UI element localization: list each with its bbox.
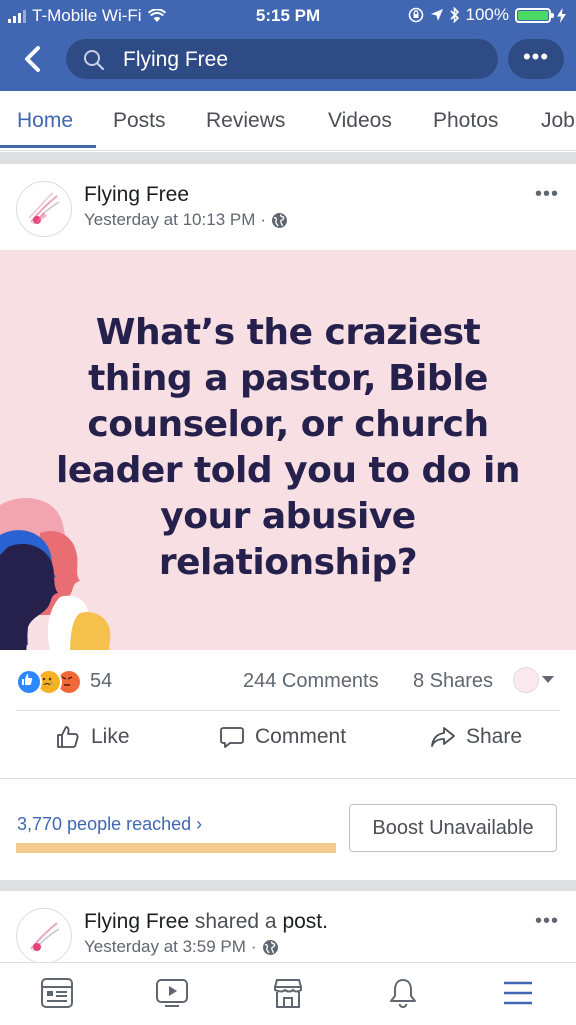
battery-icon [515, 7, 554, 23]
globe-icon [262, 939, 278, 955]
section-separator [0, 152, 576, 164]
location-arrow-icon [430, 9, 443, 21]
people-reached-text: 3,770 people reached [17, 814, 192, 834]
post-image[interactable]: What’s the craziest thing a pastor, Bibl… [0, 250, 576, 650]
search-icon [84, 50, 105, 71]
actions-divider [0, 778, 576, 779]
chevron-down-icon[interactable] [542, 676, 554, 683]
marketplace-icon[interactable] [271, 977, 305, 1009]
app-header: T-Mobile Wi-Fi 5:15 PM 100% Flying Free … [0, 0, 576, 91]
more-options-button[interactable]: ••• [508, 39, 564, 79]
back-chevron-icon[interactable] [18, 42, 48, 76]
comment-button[interactable]: Comment [219, 724, 346, 750]
people-reached-link[interactable]: 3,770 people reached › [17, 814, 202, 835]
menu-icon[interactable] [502, 977, 534, 1009]
like-label: Like [91, 725, 130, 748]
tab-videos[interactable]: Videos [328, 109, 392, 133]
flying-free-logo-icon [30, 922, 60, 952]
post-image-headline: What’s the craziest thing a pastor, Bibl… [56, 312, 520, 583]
share-button[interactable]: Share [430, 724, 522, 750]
page-avatar[interactable] [16, 181, 72, 237]
status-bar: T-Mobile Wi-Fi 5:15 PM 100% [0, 0, 576, 32]
comment-count[interactable]: 244 Comments [243, 670, 379, 693]
watch-icon[interactable] [155, 977, 189, 1009]
post-options-button[interactable]: ••• [535, 183, 559, 206]
post-author-name[interactable]: Flying Free [84, 183, 189, 207]
reach-progress-bar [16, 843, 336, 853]
dot-separator: · [260, 210, 267, 229]
bottom-navigation [0, 962, 576, 1025]
battery-percent: 100% [465, 5, 509, 24]
like-button[interactable]: Like [55, 724, 130, 750]
comment-label: Comment [255, 725, 347, 748]
post-time-text: Yesterday at 3:59 PM [84, 937, 246, 956]
reactions-summary[interactable] [16, 668, 82, 696]
charging-bolt-icon [557, 7, 566, 23]
battery-level-fill [518, 10, 548, 20]
like-reaction-icon [16, 669, 42, 695]
search-nav-row: Flying Free ••• [0, 36, 576, 82]
notifications-icon[interactable] [387, 977, 419, 1009]
tab-jobs[interactable]: Job [541, 109, 575, 133]
section-separator [0, 880, 576, 891]
news-feed-icon[interactable] [40, 977, 74, 1009]
globe-icon [272, 212, 288, 228]
thumbs-up-icon [57, 726, 79, 748]
active-tab-indicator [0, 145, 96, 148]
page-avatar[interactable] [16, 908, 72, 964]
search-bar[interactable]: Flying Free [66, 39, 498, 79]
page-tabs: Home Posts Reviews Videos Photos Job [0, 91, 576, 151]
share-arrow-icon [431, 727, 455, 747]
shared-verb: shared a [194, 910, 277, 933]
tab-photos[interactable]: Photos [433, 109, 498, 133]
post-options-button[interactable]: ••• [535, 910, 559, 933]
boost-button[interactable]: Boost Unavailable [349, 804, 557, 852]
status-right: 100% [408, 5, 566, 25]
post-author-line: Flying Free shared a post. [84, 910, 328, 934]
viewer-avatar-icon[interactable] [513, 667, 539, 693]
tab-reviews[interactable]: Reviews [206, 109, 285, 133]
comment-bubble-icon [220, 727, 244, 748]
post-divider [16, 710, 560, 711]
flying-free-logo-icon [28, 192, 60, 225]
reaction-count[interactable]: 54 [90, 670, 112, 693]
post-timestamp: Yesterday at 10:13 PM · [84, 210, 288, 230]
shared-post-link[interactable]: post. [282, 910, 328, 933]
post-author-name[interactable]: Flying Free [84, 910, 189, 933]
post-time-text: Yesterday at 10:13 PM [84, 210, 256, 229]
share-count[interactable]: 8 Shares [413, 670, 493, 693]
tab-home[interactable]: Home [17, 109, 73, 133]
dot-separator: · [250, 937, 257, 956]
share-label: Share [466, 725, 523, 748]
rotation-lock-icon [408, 7, 423, 23]
bluetooth-icon [449, 7, 459, 23]
search-input[interactable]: Flying Free [123, 48, 228, 72]
post-timestamp: Yesterday at 3:59 PM · [84, 937, 279, 957]
tab-posts[interactable]: Posts [113, 109, 166, 133]
chevron-right-icon: › [196, 814, 203, 834]
